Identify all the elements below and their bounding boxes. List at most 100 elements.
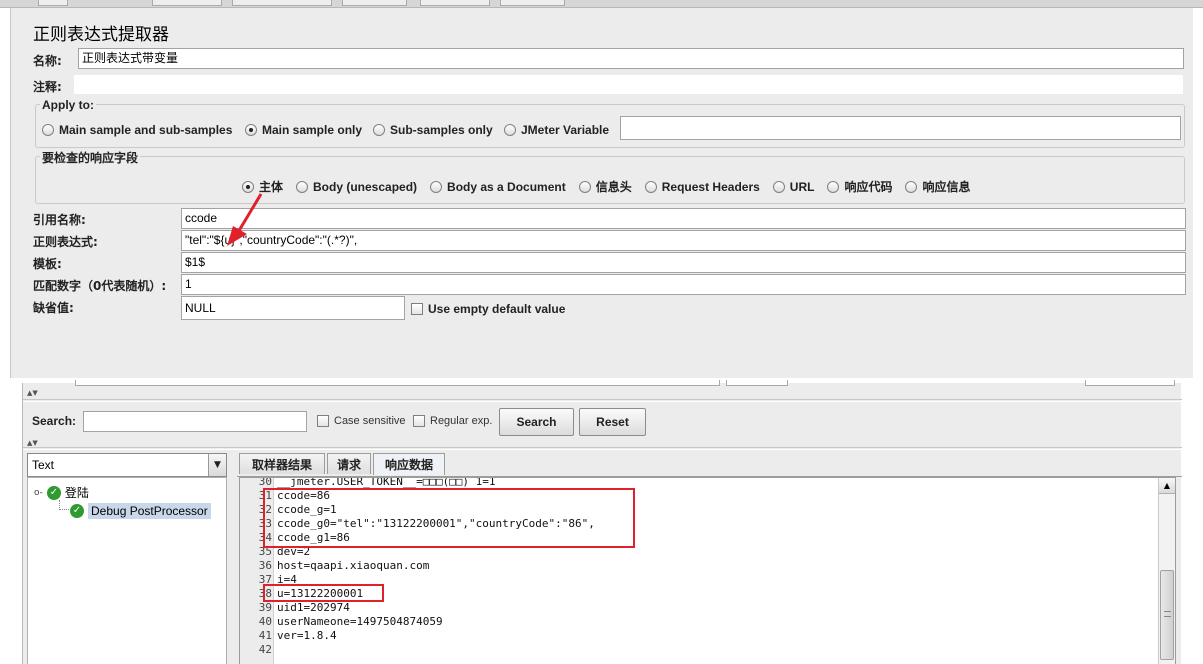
top-toolbar-strip [0, 0, 1203, 8]
toolbar-button[interactable] [232, 0, 332, 6]
match-no-label: 匹配数字（0代表随机）: [33, 279, 167, 293]
name-field[interactable]: 正则表达式带变量 [78, 48, 1184, 69]
check-body-document-radio[interactable]: Body as a Document [430, 178, 566, 195]
dropdown-button[interactable]: ▼ [208, 454, 226, 476]
radio-button-icon [644, 180, 657, 193]
success-check-icon: ✓ [70, 504, 84, 518]
name-label: 名称: [33, 54, 62, 68]
apply-to-group: Apply to: Main sample and sub-samples Ma… [35, 98, 1185, 148]
template-field[interactable]: $1$ [181, 252, 1186, 273]
default-value-label: 缺省值: [33, 301, 74, 315]
apply-jmeter-variable-radio[interactable]: JMeter Variable [504, 123, 609, 137]
use-empty-default-checkbox[interactable]: Use empty default value [411, 302, 565, 316]
checkbox-icon [413, 415, 425, 427]
radio-button-icon [504, 124, 516, 136]
radio-button-icon [430, 180, 443, 193]
highlight-box-u [263, 584, 384, 602]
field-to-check-legend: 要检查的响应字段 [40, 149, 141, 166]
apply-main-and-sub-radio[interactable]: Main sample and sub-samples [42, 123, 232, 137]
tree-node-debug-postprocessor[interactable]: ✓ Debug PostProcessor [70, 503, 211, 519]
ref-name-label: 引用名称: [33, 213, 86, 227]
collapsed-row [1085, 380, 1175, 386]
radio-button-icon [827, 180, 840, 193]
check-request-headers-radio[interactable]: Request Headers [644, 178, 760, 195]
annotation-arrow-icon [227, 193, 263, 246]
results-tree-panel: ▲▼ Search: Case sensitive Regular exp. S… [22, 380, 1182, 664]
case-sensitive-checkbox[interactable]: Case sensitive [317, 415, 406, 427]
comment-field[interactable] [73, 74, 1184, 95]
check-response-code-radio[interactable]: 响应代码 [827, 178, 892, 195]
ref-name-field[interactable]: ccode [181, 208, 1186, 229]
radio-button-icon [42, 124, 54, 136]
line-number: 36 [258, 559, 272, 572]
response-line: uid1=202974 [277, 601, 350, 614]
vertical-scrollbar[interactable]: ▲ [1158, 478, 1175, 664]
tab-sampler-result[interactable]: 取样器结果 [239, 453, 325, 474]
line-number: 42 [258, 643, 272, 656]
checkbox-icon [317, 415, 329, 427]
apply-main-only-radio[interactable]: Main sample only [245, 123, 362, 137]
apply-to-legend: Apply to: [40, 98, 96, 112]
collapsed-row [75, 380, 720, 386]
tab-response-data[interactable]: 响应数据 [373, 453, 445, 475]
response-line: userNameone=1497504874059 [277, 615, 443, 628]
split-arrows-icon[interactable]: ▲▼ [27, 389, 38, 397]
radio-button-icon [296, 180, 309, 193]
tree-node-root[interactable]: o- ✓ 登陆 [34, 484, 89, 501]
check-body-unescaped-radio[interactable]: Body (unescaped) [296, 178, 417, 195]
check-response-message-radio[interactable]: 响应信息 [905, 178, 971, 195]
split-arrows-icon[interactable]: ▲▼ [27, 439, 38, 447]
search-label: Search: [32, 414, 77, 428]
toolbar-button[interactable] [500, 0, 565, 6]
chevron-down-icon: ▼ [214, 460, 221, 470]
reset-button[interactable]: Reset [579, 408, 646, 436]
regex-field[interactable]: "tel":"${u}","countryCode":"(.*?)", [181, 230, 1186, 251]
default-value-field[interactable]: NULL [181, 296, 405, 320]
check-url-radio[interactable]: URL [772, 178, 814, 195]
scroll-up-arrow-icon[interactable]: ▲ [1159, 478, 1175, 494]
results-tree: o- ✓ 登陆 ✓ Debug PostProcessor [27, 477, 227, 664]
toolbar-button[interactable] [152, 0, 222, 6]
grip-icon [1164, 611, 1171, 617]
search-button[interactable]: Search [499, 408, 574, 436]
split-bar [23, 447, 1182, 450]
radio-selected-icon [245, 124, 257, 136]
scrollbar-thumb[interactable] [1160, 570, 1174, 660]
radio-button-icon [905, 180, 918, 193]
collapsed-row [726, 380, 788, 386]
search-input[interactable] [83, 411, 307, 432]
tab-request[interactable]: 请求 [327, 453, 371, 474]
comment-label: 注释: [33, 80, 62, 94]
response-line: ver=1.8.4 [277, 629, 337, 642]
panel-title: 正则表达式提取器 [33, 25, 169, 45]
toolbar-button[interactable] [420, 0, 490, 6]
radio-button-icon [373, 124, 385, 136]
toolbar-button[interactable] [342, 0, 407, 6]
response-line: __jmeter.USER_TOKEN__=□□□(□□) 1=1 [277, 477, 496, 488]
check-headers-radio[interactable]: 信息头 [578, 178, 632, 195]
renderer-select[interactable]: Text ▼ [27, 453, 227, 477]
jmeter-variable-field[interactable] [620, 116, 1181, 140]
success-check-icon: ✓ [46, 485, 61, 500]
field-to-check-group: 要检查的响应字段 主体 Body (unescaped) Body as a D… [35, 149, 1185, 204]
regular-exp-checkbox[interactable]: Regular exp. [413, 415, 492, 427]
radio-button-icon [578, 180, 591, 193]
line-number: 41 [258, 629, 272, 642]
split-bar [23, 399, 1182, 402]
apply-sub-only-radio[interactable]: Sub-samples only [373, 123, 493, 137]
tab-strip: 取样器结果 请求 响应数据 [237, 453, 1182, 477]
tree-expand-icon[interactable]: o- [34, 488, 43, 498]
radio-button-icon [772, 180, 785, 193]
toolbar-button[interactable] [38, 0, 68, 6]
regex-extractor-panel: 正则表达式提取器 名称: 正则表达式带变量 注释: Apply to: Main… [10, 8, 1193, 378]
response-line: host=qaapi.xiaoquan.com [277, 559, 430, 572]
line-number: 30 [258, 477, 272, 488]
line-number: 40 [258, 615, 272, 628]
template-label: 模板: [33, 257, 62, 271]
checkbox-icon [411, 303, 423, 315]
regex-label: 正则表达式: [33, 235, 98, 249]
match-no-field[interactable]: 1 [181, 274, 1186, 295]
highlight-box-ccode [263, 488, 635, 548]
line-number: 39 [258, 601, 272, 614]
response-text-area[interactable]: 30 __jmeter.USER_TOKEN__=□□□(□□) 1=1 31 cco… [239, 477, 1176, 664]
